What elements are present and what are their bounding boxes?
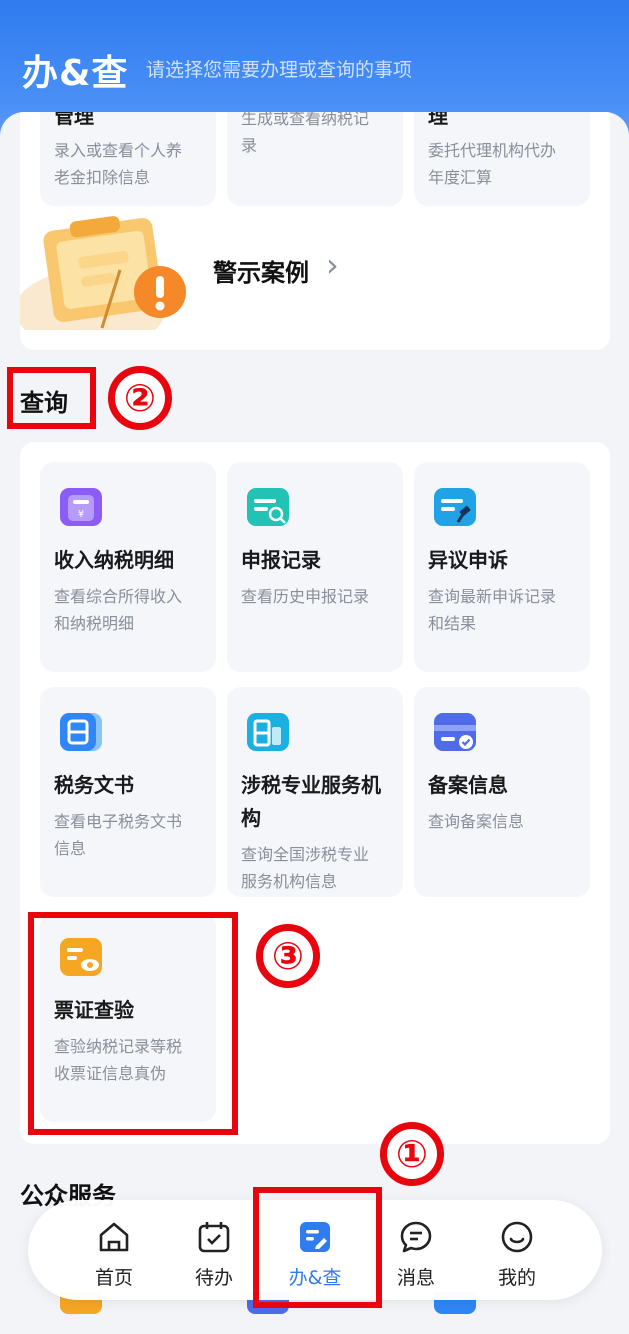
tile-desc: 和结果 bbox=[428, 614, 477, 633]
warning-case-banner[interactable]: 警示案例 › bbox=[15, 210, 610, 350]
tile-desc: 信息 bbox=[54, 839, 87, 858]
tab-home[interactable]: 首页 bbox=[64, 1200, 164, 1300]
tile-title: 备案信息 bbox=[428, 773, 508, 797]
tile-desc: 查询全国涉税专业 bbox=[241, 845, 370, 864]
income-detail-icon: ¥ bbox=[60, 488, 102, 526]
tab-label: 我的 bbox=[497, 1267, 536, 1289]
filing-info-icon bbox=[434, 713, 476, 751]
tile-title: 涉税专业服务机 bbox=[241, 773, 381, 797]
tab-label: 待办 bbox=[194, 1267, 233, 1289]
tile-title: 构 bbox=[241, 806, 261, 830]
tile-title: 异议申诉 bbox=[428, 548, 508, 572]
warning-case-label: 警示案例 bbox=[213, 259, 309, 287]
tile-desc: 老金扣除信息 bbox=[54, 168, 151, 187]
tab-todo[interactable]: 待办 bbox=[164, 1200, 264, 1300]
appeal-icon bbox=[434, 488, 476, 526]
svg-text:¥: ¥ bbox=[78, 509, 84, 520]
tile-title: 理 bbox=[428, 112, 448, 128]
tile-desc: 查看综合所得收入 bbox=[54, 587, 183, 606]
tile-desc: 查看历史申报记录 bbox=[241, 587, 370, 606]
tile-objection-appeal[interactable]: 异议申诉 查询最新申诉记录 和结果 bbox=[414, 462, 590, 672]
tile-desc: 生成或查看纳税记 bbox=[241, 112, 370, 128]
tile-title: 税务文书 bbox=[54, 773, 134, 797]
tile-desc: 录 bbox=[241, 136, 258, 155]
tile-income-tax-detail[interactable]: ¥ 收入纳税明细 查看综合所得收入 和纳税明细 bbox=[40, 462, 216, 672]
tile-declaration-record[interactable]: 申报记录 查看历史申报记录 bbox=[227, 462, 403, 672]
tax-agency-icon bbox=[247, 713, 289, 751]
handle-panel: 管理 录入或查看个人养 老金扣除信息 生成或查看纳税记 录 理 委托代理机构代办… bbox=[15, 112, 610, 350]
tax-document-icon bbox=[60, 713, 102, 751]
warning-illustration bbox=[15, 210, 210, 350]
todo-icon bbox=[198, 1222, 230, 1253]
tile-desc: 委托代理机构代办 bbox=[428, 141, 557, 160]
tile-agency-proxy[interactable]: 理 委托代理机构代办 年度汇算 bbox=[414, 112, 590, 206]
tile-pension-deduction[interactable]: 管理 录入或查看个人养 老金扣除信息 bbox=[40, 112, 216, 206]
tile-desc: 查询最新申诉记录 bbox=[428, 587, 557, 606]
tile-desc: 查询备案信息 bbox=[428, 812, 525, 831]
tile-desc: 查看电子税务文书 bbox=[54, 812, 183, 831]
page-subtitle: 请选择您需要办理或查询的事项 bbox=[146, 59, 413, 81]
annotation-box-ticket-verify bbox=[28, 912, 238, 1135]
tab-profile[interactable]: 我的 bbox=[467, 1200, 567, 1300]
tile-tax-document[interactable]: 税务文书 查看电子税务文书 信息 bbox=[40, 687, 216, 897]
tile-desc: 录入或查看个人养 bbox=[54, 141, 183, 160]
tile-title: 收入纳税明细 bbox=[54, 548, 174, 572]
chevron-right-icon: › bbox=[326, 246, 339, 284]
tile-tax-agency[interactable]: 涉税专业服务机 构 查询全国涉税专业 服务机构信息 bbox=[227, 687, 403, 897]
annotation-box-tab-handle-query bbox=[253, 1187, 382, 1308]
tile-desc: 年度汇算 bbox=[428, 168, 493, 187]
tile-filing-info[interactable]: 备案信息 查询备案信息 bbox=[414, 687, 590, 897]
tab-label: 首页 bbox=[94, 1267, 133, 1289]
message-icon bbox=[400, 1221, 432, 1253]
home-icon bbox=[99, 1222, 129, 1252]
content-sheet[interactable]: 管理 录入或查看个人养 老金扣除信息 生成或查看纳税记 录 理 委托代理机构代办… bbox=[0, 112, 629, 1334]
tile-tax-record[interactable]: 生成或查看纳税记 录 bbox=[227, 112, 403, 206]
tile-desc: 和纳税明细 bbox=[54, 614, 135, 633]
annotation-marker-one: ① bbox=[380, 1122, 444, 1186]
tile-title: 申报记录 bbox=[241, 548, 321, 572]
tile-desc: 服务机构信息 bbox=[241, 872, 338, 891]
tile-title: 管理 bbox=[54, 112, 94, 128]
annotation-marker-three: ③ bbox=[256, 924, 320, 988]
page-title: 办&查 bbox=[22, 53, 129, 94]
profile-icon bbox=[501, 1221, 533, 1253]
declaration-record-icon bbox=[247, 488, 289, 526]
annotation-marker-two: ② bbox=[108, 366, 172, 430]
annotation-box-query-title bbox=[7, 367, 96, 429]
